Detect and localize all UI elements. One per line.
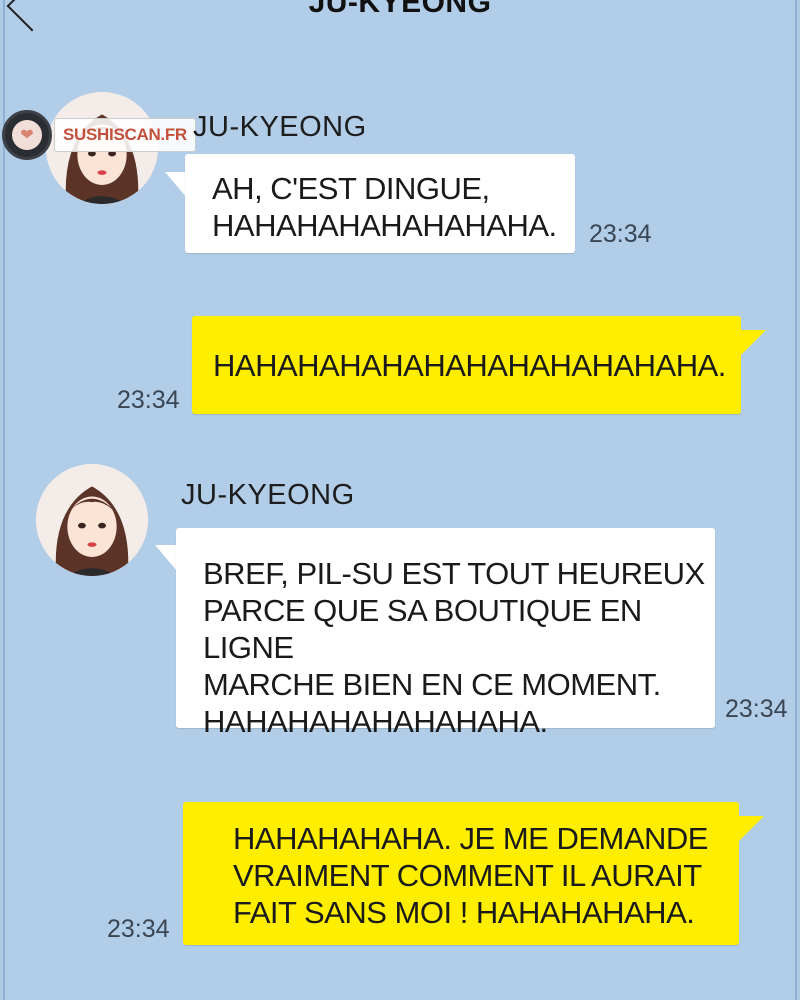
watermark-icon-holder: ❤: [2, 110, 52, 160]
chat-title: JU-KYEONG: [308, 0, 492, 19]
message-timestamp: 23:34: [117, 386, 180, 414]
heart-icon: ❤: [12, 120, 42, 150]
incoming-message-bubble[interactable]: BREF, PIL-SU EST TOUT HEUREUX PARCE QUE …: [176, 528, 715, 739]
avatar-portrait: [36, 464, 148, 576]
message-text: HAHAHAHAHAHAHAHAHAHAHAHA.: [213, 348, 726, 383]
bubble-tail: [165, 172, 187, 198]
incoming-message-bubble[interactable]: AH, C'EST DINGUE, HAHAHAHAHAHAHAHA.: [185, 154, 575, 253]
outgoing-message-bubble[interactable]: HAHAHAHAHAHAHAHAHAHAHAHA.: [192, 316, 741, 414]
message-timestamp: 23:34: [589, 220, 652, 248]
watermark-badge: ❤ SUSHISCAN.FR: [2, 110, 196, 160]
bubble-tail: [738, 816, 764, 842]
message-text: BREF, PIL-SU EST TOUT HEUREUX PARCE QUE …: [203, 556, 705, 739]
bubble-tail: [155, 545, 177, 571]
message-timestamp: 23:34: [107, 915, 170, 943]
message-timestamp: 23:34: [725, 695, 788, 723]
message-text: AH, C'EST DINGUE, HAHAHAHAHAHAHAHA.: [212, 171, 557, 243]
sender-name: JU-KYEONG: [193, 111, 367, 143]
bubble-tail: [740, 330, 766, 356]
outgoing-message-bubble[interactable]: HAHAHAHAHA. JE ME DEMANDE VRAIMENT COMME…: [183, 802, 739, 945]
sender-name: JU-KYEONG: [181, 479, 355, 511]
watermark-label: SUSHISCAN.FR: [54, 118, 196, 152]
message-text: HAHAHAHAHA. JE ME DEMANDE VRAIMENT COMME…: [233, 821, 708, 930]
avatar[interactable]: [36, 464, 148, 576]
